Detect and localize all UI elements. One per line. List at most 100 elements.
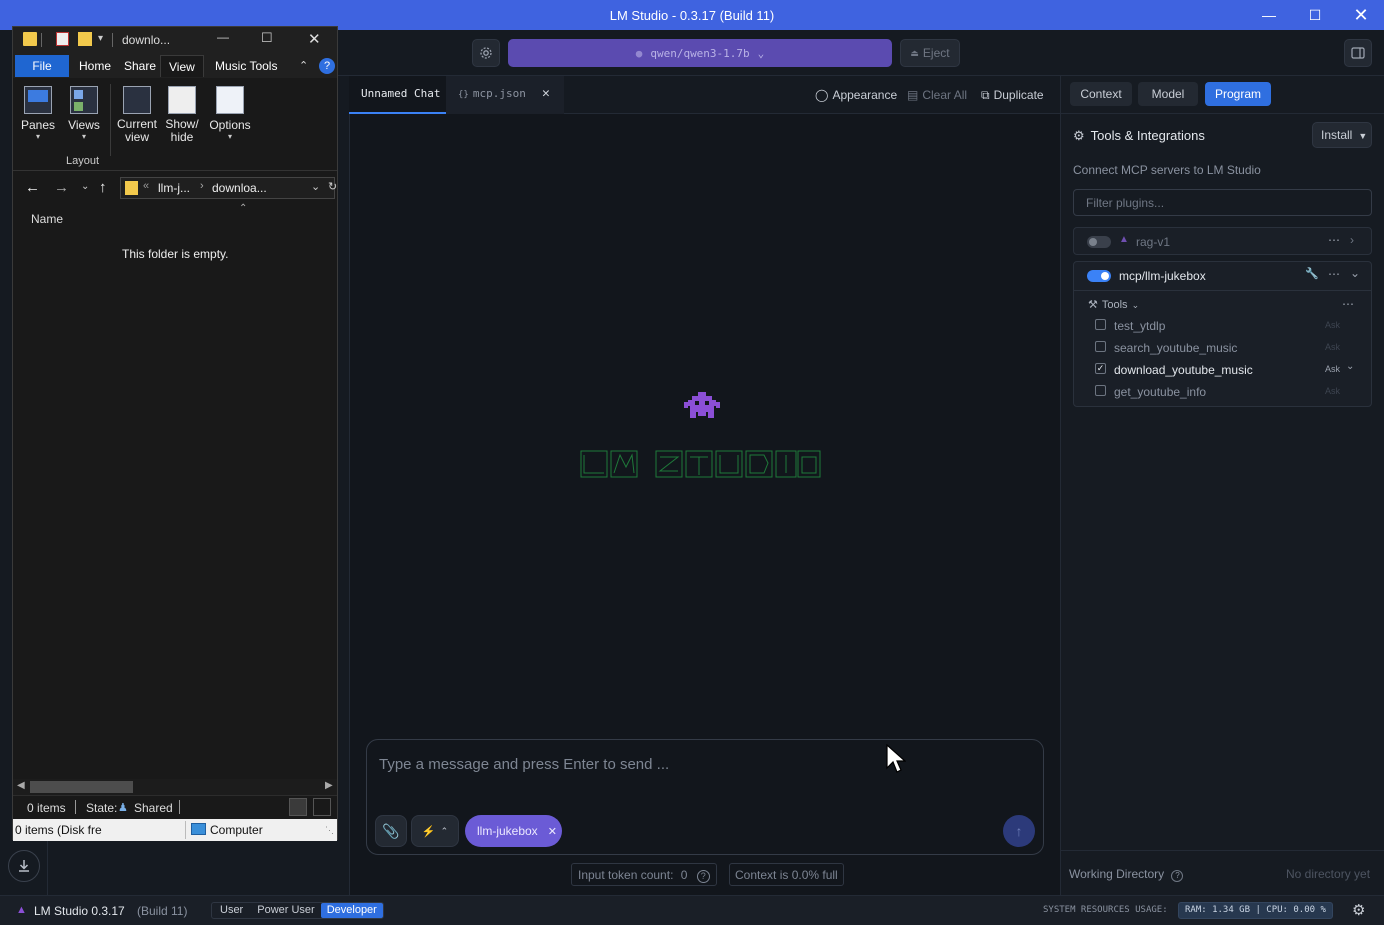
new-folder-icon[interactable]	[78, 32, 92, 46]
maximize-button[interactable]: ☐	[1292, 0, 1338, 30]
wrench-icon[interactable]: 🔧	[1305, 267, 1319, 280]
mode-power-user[interactable]: Power User	[251, 903, 320, 918]
ribbon-tab-home[interactable]: Home	[71, 55, 119, 77]
eject-button[interactable]: ⏏ Eject	[900, 39, 960, 67]
close-button[interactable]: ✕	[308, 30, 321, 48]
refresh-icon[interactable]: ↻	[328, 180, 337, 193]
divider	[179, 800, 180, 814]
ribbon-tab-view[interactable]: View	[160, 55, 204, 77]
tab-unnamed-chat[interactable]: Unnamed Chat	[349, 76, 446, 114]
tool-row[interactable]: get_youtube_info Ask	[1074, 380, 1371, 402]
clear-all-button[interactable]: ▤ Clear All	[907, 88, 967, 102]
properties-icon[interactable]	[56, 32, 69, 46]
maximize-button[interactable]: ☐	[261, 30, 273, 46]
tool-row[interactable]: search_youtube_music Ask	[1074, 336, 1371, 358]
plugin-toggle[interactable]	[1087, 236, 1111, 248]
attach-button[interactable]: 📎	[375, 815, 407, 847]
horizontal-scrollbar[interactable]: ◀ ▶	[13, 779, 337, 795]
overflow-icon[interactable]: «	[143, 180, 149, 192]
more-icon[interactable]: ⋯	[1328, 267, 1340, 281]
chevron-down-icon[interactable]: ⌄	[311, 180, 320, 193]
minimize-button[interactable]: —	[217, 30, 229, 44]
address-bar[interactable]: « llm-j... › downloa... ⌄ ↻	[120, 177, 337, 199]
message-input[interactable]: Type a message and press Enter to send .…	[379, 756, 669, 773]
chevron-down-icon[interactable]: ⌄	[1350, 266, 1360, 280]
appearance-button[interactable]: ◯ Appearance	[815, 88, 897, 102]
more-icon[interactable]: ⋯	[1328, 233, 1340, 247]
tool-name: get_youtube_info	[1114, 385, 1207, 399]
tool-row[interactable]: test_ytdlp Ask	[1074, 314, 1371, 336]
duplicate-button[interactable]: ⧉ Duplicate	[981, 88, 1044, 103]
mode-user[interactable]: User	[212, 903, 251, 918]
breadcrumb-segment[interactable]: llm-j...	[158, 181, 190, 195]
shared-icon: ♟	[118, 802, 128, 814]
more-icon[interactable]: ⋯	[1342, 297, 1354, 311]
ribbon-tab-music-tools[interactable]: Music Tools	[207, 55, 285, 77]
install-button[interactable]: Install ▼	[1312, 122, 1372, 148]
sidebar-icon	[1351, 47, 1365, 59]
panes-button[interactable]: Panes ▾	[19, 86, 57, 141]
close-tab-icon[interactable]: ✕	[542, 86, 550, 101]
ribbon-tab-share[interactable]: Share	[116, 55, 164, 77]
quick-access-dropdown-icon[interactable]: ▾	[98, 33, 103, 44]
tool-mode[interactable]: Ask	[1325, 320, 1340, 330]
model-selector[interactable]: ● qwen/qwen3-1.7b ⌄	[508, 39, 892, 67]
help-icon[interactable]: ?	[1171, 870, 1184, 882]
resize-grip-icon[interactable]: ⋱	[325, 825, 334, 836]
up-arrow-icon[interactable]: ↑	[99, 179, 107, 196]
scrollbar-thumb[interactable]	[30, 781, 133, 793]
filter-plugins-input[interactable]: Filter plugins...	[1073, 189, 1372, 216]
chevron-right-icon[interactable]: ›	[1350, 233, 1354, 247]
mode-developer[interactable]: Developer	[320, 903, 383, 918]
collapse-ribbon-icon[interactable]: ⌃	[299, 59, 308, 72]
current-view-button[interactable]: Current view	[115, 86, 159, 144]
tool-checkbox[interactable]: ✓	[1095, 363, 1106, 374]
minimize-button[interactable]: —	[1246, 0, 1292, 30]
options-button[interactable]: Options ▾	[207, 86, 253, 141]
toggle-sidebar-button[interactable]	[1344, 39, 1372, 67]
help-icon[interactable]: ?	[696, 870, 710, 883]
context-usage: Context is 0.0% full	[729, 863, 844, 886]
scroll-left-icon[interactable]: ◀	[17, 780, 25, 791]
downloads-button[interactable]	[8, 850, 40, 882]
views-button[interactable]: Views ▾	[65, 86, 103, 141]
divider	[41, 33, 42, 47]
large-icons-view-button[interactable]	[313, 798, 331, 816]
tool-row[interactable]: ✓ download_youtube_music Ask ⌄	[1074, 358, 1371, 380]
ribbon-tab-file[interactable]: File	[15, 55, 69, 77]
send-button[interactable]: ↑	[1003, 815, 1035, 847]
tab-program[interactable]: Program	[1205, 82, 1271, 106]
options-label: Options	[209, 118, 251, 132]
tab-mcp-json[interactable]: {} mcp.json ✕	[446, 76, 564, 114]
tools-dropdown[interactable]: ⚒ Tools ⌄	[1088, 298, 1139, 311]
settings-button[interactable]	[472, 39, 500, 67]
tool-mode[interactable]: Ask	[1325, 342, 1340, 352]
gear-icon[interactable]: ⚙	[1352, 901, 1365, 919]
tab-context[interactable]: Context	[1070, 82, 1132, 106]
tool-checkbox[interactable]	[1095, 319, 1106, 330]
close-button[interactable]: ✕	[1338, 0, 1384, 30]
plugin-row-rag-v1[interactable]: ▲ rag-v1 ⋯ ›	[1073, 227, 1372, 255]
details-view-button[interactable]	[289, 798, 307, 816]
recent-locations-icon[interactable]: ⌄	[81, 181, 89, 192]
back-arrow-icon[interactable]: ←	[25, 179, 40, 196]
column-header-name[interactable]: Name	[31, 212, 63, 226]
chevron-down-icon[interactable]: ⌄	[1346, 361, 1354, 372]
tab-model[interactable]: Model	[1138, 82, 1198, 106]
tool-mode[interactable]: Ask	[1325, 364, 1340, 374]
forward-arrow-icon[interactable]: →	[54, 179, 69, 196]
app-build: (Build 11)	[137, 904, 188, 918]
tool-checkbox[interactable]	[1095, 341, 1106, 352]
plugin-toggle[interactable]	[1087, 270, 1111, 282]
show-hide-button[interactable]: Show/ hide	[162, 86, 202, 144]
breadcrumb-segment[interactable]: downloa...	[212, 181, 267, 195]
tool-checkbox[interactable]	[1095, 385, 1106, 396]
tool-mode[interactable]: Ask	[1325, 386, 1340, 396]
resources-label: SYSTEM RESOURCES USAGE:	[1043, 905, 1168, 915]
plugin-chip[interactable]: llm-jukebox ✕	[465, 815, 562, 847]
help-icon[interactable]: ?	[319, 58, 335, 74]
remove-chip-icon[interactable]: ✕	[548, 825, 557, 838]
plugins-button[interactable]: ⚡ ⌃	[411, 815, 459, 847]
scroll-right-icon[interactable]: ▶	[325, 780, 333, 791]
working-directory-value[interactable]: No directory yet	[1286, 867, 1370, 881]
